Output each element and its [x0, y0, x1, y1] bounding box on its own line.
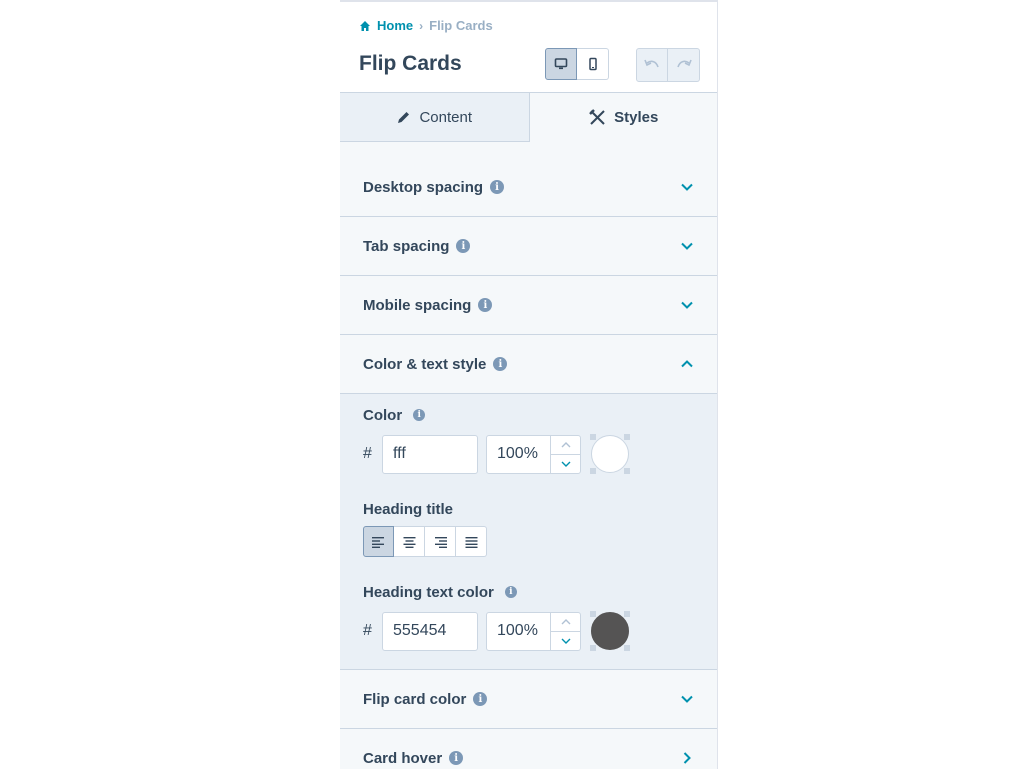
- chevron-up-icon: [681, 360, 693, 368]
- info-icon[interactable]: i: [490, 180, 505, 194]
- heading-color-picker-row: # 555454 100%: [363, 611, 695, 651]
- chevron-down-icon: [681, 301, 693, 309]
- color-picker-row: # fff 100%: [363, 434, 695, 474]
- align-right-icon: [434, 536, 447, 548]
- align-right-button[interactable]: [425, 526, 456, 557]
- info-icon[interactable]: i: [473, 692, 488, 706]
- opacity-spinner: [550, 435, 580, 473]
- breadcrumb-home[interactable]: Home: [377, 18, 413, 33]
- chevron-down-icon: [561, 638, 570, 644]
- page-title: Flip Cards: [359, 52, 462, 75]
- mobile-icon: [588, 57, 597, 71]
- color-field-label: Color i: [363, 406, 695, 424]
- chevron-down-icon: [681, 695, 693, 703]
- section-mobile-spacing[interactable]: Mobile spacing i: [340, 276, 717, 335]
- mobile-view-button[interactable]: [577, 48, 609, 80]
- opacity-value[interactable]: 100%: [487, 613, 550, 650]
- color-opacity-stepper[interactable]: 100%: [486, 434, 581, 474]
- chevron-up-icon: [561, 441, 570, 447]
- tab-content-label: Content: [419, 108, 473, 126]
- chevron-right-icon: [683, 752, 691, 764]
- align-left-button[interactable]: [363, 526, 394, 557]
- info-icon[interactable]: i: [413, 409, 426, 421]
- color-label: Color: [363, 406, 403, 424]
- opacity-spinner: [550, 612, 580, 650]
- chevron-down-icon: [561, 461, 570, 467]
- chevron-down-icon: [681, 183, 693, 191]
- heading-title-text: Heading title: [363, 500, 454, 518]
- align-justify-button[interactable]: [456, 526, 487, 557]
- section-label: Color & text style: [363, 355, 487, 373]
- section-label: Card hover: [363, 749, 443, 767]
- heading-color-swatch-button[interactable]: [590, 611, 630, 651]
- hash-prefix: #: [363, 445, 372, 462]
- color-swatch-button[interactable]: [590, 434, 630, 474]
- opacity-decrease-button[interactable]: [551, 632, 580, 650]
- home-icon: [360, 20, 370, 31]
- history-controls: [636, 48, 700, 82]
- redo-icon: [676, 59, 692, 68]
- heading-color-opacity-stepper[interactable]: 100%: [486, 611, 581, 651]
- opacity-increase-button[interactable]: [551, 613, 580, 632]
- pencil-icon: [398, 111, 410, 123]
- undo-icon: [644, 59, 659, 68]
- section-color-text-style[interactable]: Color & text style i: [340, 335, 717, 394]
- section-label: Flip card color: [363, 690, 467, 708]
- align-left-icon: [372, 536, 384, 548]
- style-sections: Desktop spacing i Tab spacing i Mobile s…: [340, 158, 717, 769]
- opacity-increase-button[interactable]: [551, 436, 580, 455]
- info-icon[interactable]: i: [504, 586, 517, 598]
- heading-text-color-label: Heading text color i: [363, 583, 695, 601]
- heading-title-label: Heading title: [363, 500, 695, 518]
- redo-button[interactable]: [668, 48, 700, 82]
- desktop-view-button[interactable]: [545, 48, 577, 80]
- tab-styles-label: Styles: [614, 109, 659, 126]
- panel-header: Home › Flip Cards Flip Cards: [340, 2, 717, 92]
- chevron-up-icon: [561, 618, 570, 624]
- section-flip-card-color[interactable]: Flip card color i: [340, 670, 717, 729]
- heading-color-swatch: [591, 612, 629, 650]
- desktop-icon: [554, 58, 568, 70]
- breadcrumb-separator-icon: ›: [419, 18, 424, 33]
- align-center-button[interactable]: [394, 526, 425, 557]
- sidebar-panel: Home › Flip Cards Flip Cards Content Sty…: [340, 0, 718, 769]
- opacity-decrease-button[interactable]: [551, 455, 580, 473]
- styles-icon: [589, 109, 605, 125]
- section-tab-spacing[interactable]: Tab spacing i: [340, 217, 717, 276]
- heading-color-hex-input[interactable]: 555454: [382, 611, 478, 651]
- section-card-hover[interactable]: Card hover i: [340, 729, 717, 769]
- tab-content[interactable]: Content: [340, 93, 530, 142]
- section-label: Desktop spacing: [363, 178, 484, 196]
- undo-button[interactable]: [636, 48, 668, 82]
- color-text-style-panel: Color i # fff 100% Heading title Heading…: [340, 394, 717, 670]
- breadcrumb-current: Flip Cards: [429, 18, 493, 33]
- align-center-icon: [403, 536, 415, 548]
- heading-text-color-text: Heading text color: [363, 583, 494, 601]
- device-toggle: [545, 48, 609, 80]
- section-desktop-spacing[interactable]: Desktop spacing i: [340, 158, 717, 217]
- heading-alignment-group: [363, 526, 695, 557]
- color-swatch: [591, 435, 629, 473]
- section-label: Mobile spacing: [363, 296, 472, 314]
- info-icon[interactable]: i: [478, 298, 493, 312]
- info-icon[interactable]: i: [493, 357, 508, 371]
- align-justify-icon: [465, 536, 477, 548]
- color-hex-input[interactable]: fff: [382, 434, 478, 474]
- breadcrumb: Home › Flip Cards: [359, 18, 493, 33]
- section-label: Tab spacing: [363, 237, 450, 255]
- info-icon[interactable]: i: [449, 751, 464, 765]
- opacity-value[interactable]: 100%: [487, 436, 550, 473]
- tab-styles[interactable]: Styles: [529, 93, 717, 142]
- hash-prefix: #: [363, 622, 372, 639]
- chevron-down-icon: [681, 242, 693, 250]
- info-icon[interactable]: i: [456, 239, 471, 253]
- editor-tabs: Content Styles: [340, 92, 717, 142]
